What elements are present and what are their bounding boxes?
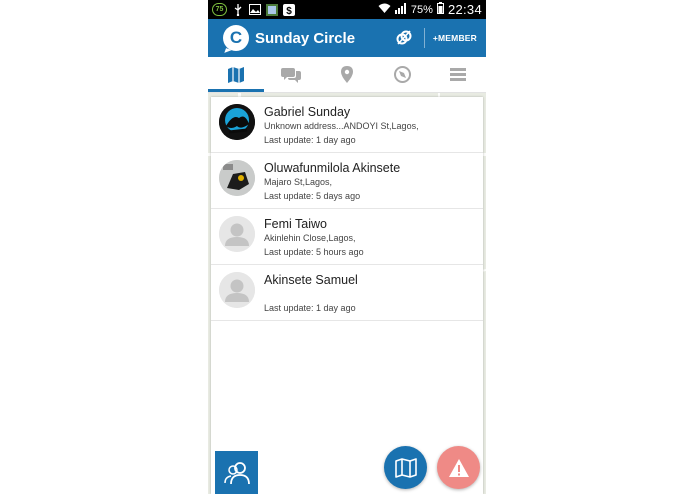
people-icon xyxy=(223,461,250,484)
battery-icon xyxy=(436,2,444,17)
app-bar: C Sunday Circle +MEMBER xyxy=(208,19,486,57)
add-member-button[interactable]: +MEMBER xyxy=(433,33,477,43)
map-icon xyxy=(394,457,417,478)
member-last-update: Last update: 5 hours ago xyxy=(264,247,364,257)
member-avatar xyxy=(219,216,255,252)
avatar-photo-icon xyxy=(219,104,255,140)
member-avatar xyxy=(219,160,255,196)
tab-compass[interactable] xyxy=(375,57,431,92)
notification-badge: 75 xyxy=(212,3,227,16)
map-icon xyxy=(227,66,244,83)
tab-places[interactable] xyxy=(319,57,375,92)
chat-icon xyxy=(281,67,302,83)
member-last-update: Last update: 1 day ago xyxy=(264,135,356,145)
member-name: Femi Taiwo xyxy=(264,217,327,231)
member-address: Majaro St,Lagos, xyxy=(264,177,333,187)
tab-map[interactable] xyxy=(208,57,264,92)
alert-button[interactable] xyxy=(437,446,480,489)
menu-icon xyxy=(450,68,467,81)
usb-icon xyxy=(232,3,244,16)
member-name: Gabriel Sunday xyxy=(264,105,351,119)
circle-members-button[interactable] xyxy=(215,451,258,494)
link-icon xyxy=(396,30,412,45)
tab-menu[interactable] xyxy=(430,57,486,92)
clock: 22:34 xyxy=(447,2,482,17)
member-name: Akinsete Samuel xyxy=(264,273,358,287)
member-row[interactable]: Akinsete Samuel Last update: 1 day ago xyxy=(211,265,483,321)
app-title: Sunday Circle xyxy=(255,29,356,47)
battery-percent: 75% xyxy=(410,3,433,16)
member-row[interactable]: Oluwafunmilola Akinsete Majaro St,Lagos,… xyxy=(211,153,483,209)
member-row[interactable]: Femi Taiwo Akinlehin Close,Lagos, Last u… xyxy=(211,209,483,265)
person-placeholder-icon xyxy=(219,272,255,308)
svg-text:$: $ xyxy=(286,6,292,16)
member-row[interactable]: Gabriel Sunday Unknown address...ANDOYI … xyxy=(211,97,483,153)
image-icon xyxy=(249,4,261,16)
app-logo: C xyxy=(223,25,249,51)
member-last-update: Last update: 1 day ago xyxy=(264,303,356,313)
app-bar-divider xyxy=(423,28,425,48)
tab-bar xyxy=(208,57,486,93)
location-pin-icon xyxy=(340,66,353,83)
tab-chat[interactable] xyxy=(264,57,320,92)
members-list: Gabriel Sunday Unknown address...ANDOYI … xyxy=(211,97,483,494)
photo-notification-icon xyxy=(266,3,278,16)
member-name: Oluwafunmilola Akinsete xyxy=(264,161,401,175)
dollar-app-icon: $ xyxy=(283,3,295,16)
wifi-icon xyxy=(378,3,391,17)
map-view-button[interactable] xyxy=(384,446,427,489)
member-avatar xyxy=(219,104,255,140)
member-address: Akinlehin Close,Lagos, xyxy=(264,233,356,243)
status-bar: 75 $ 75% 22:34 xyxy=(208,0,486,19)
link-button[interactable] xyxy=(392,26,416,50)
compass-icon xyxy=(394,66,412,83)
person-placeholder-icon xyxy=(219,216,255,252)
signal-icon xyxy=(394,2,407,17)
warning-icon xyxy=(448,458,469,477)
member-last-update: Last update: 5 days ago xyxy=(264,191,361,201)
phone-screen: 75 $ 75% 22:34 C Sunday Circle +MEMBER G… xyxy=(208,0,486,494)
member-avatar xyxy=(219,272,255,308)
avatar-photo-icon xyxy=(219,160,255,196)
member-address: Unknown address...ANDOYI St,Lagos, xyxy=(264,121,419,131)
